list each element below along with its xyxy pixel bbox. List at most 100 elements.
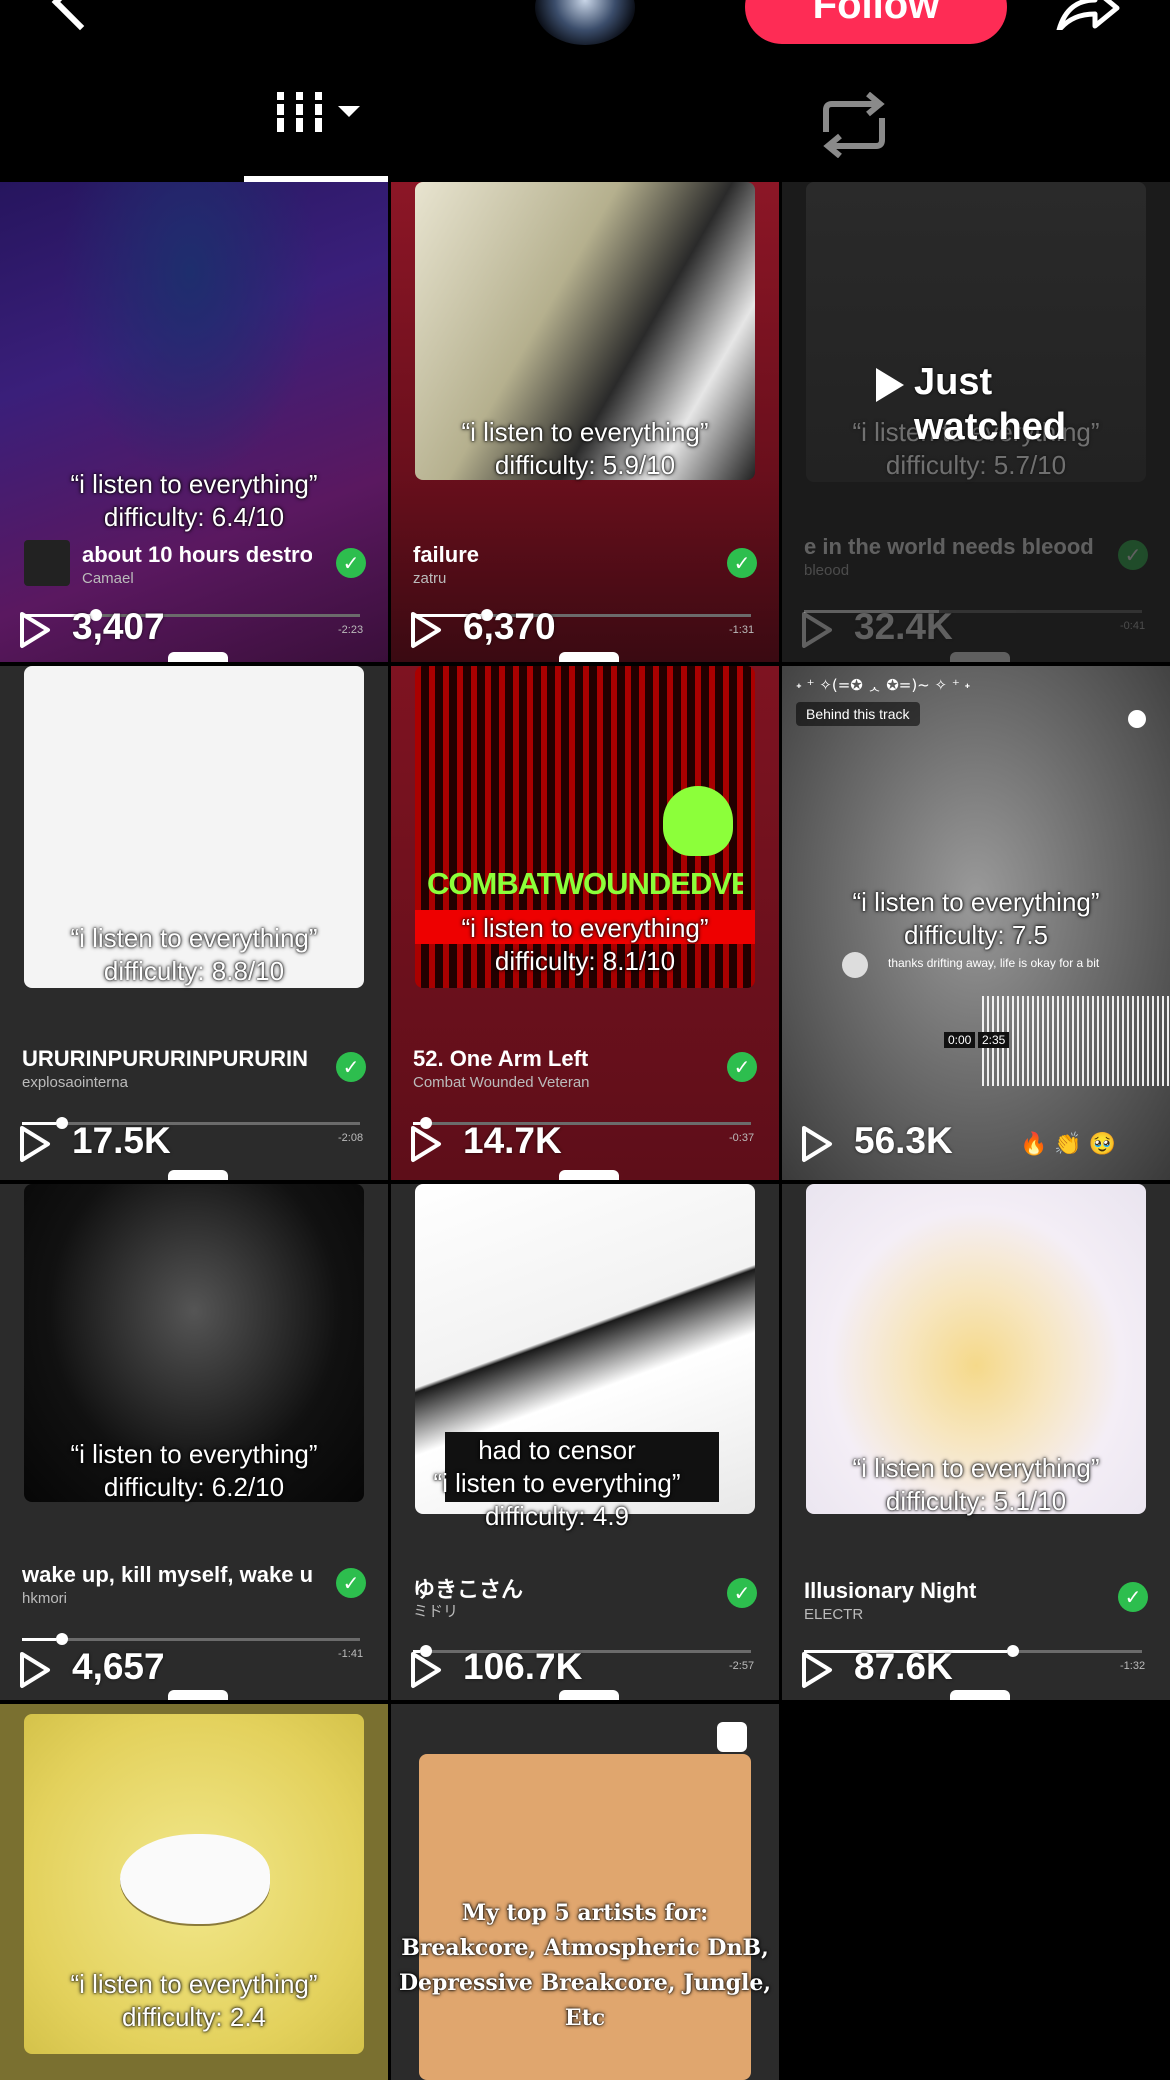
video-tile[interactable]: COMBATWOUNDEDVETERAN “i listen to everyt…: [391, 666, 779, 1180]
follow-button[interactable]: Follow: [745, 0, 1007, 44]
view-count: 6,370: [463, 606, 556, 647]
video-tile[interactable]: ˖ ⁺ ✧(=✪ ᆺ ✪=)~ ✧ ⁺ ˖ Behind this track …: [782, 666, 1170, 1180]
video-caption: “i listen to everything” difficulty: 6.4…: [70, 469, 318, 532]
handle-pill: [950, 1690, 1010, 1700]
repost-icon: [823, 91, 885, 159]
photo-carousel-icon: [717, 1722, 747, 1752]
view-count: 14.7K: [463, 1120, 562, 1161]
comment-text: thanks drifting away, life is okay for a…: [888, 956, 1100, 970]
view-count: 4,657: [72, 1646, 165, 1687]
video-tile[interactable]: “i listen to everything” difficulty: 5.1…: [782, 1184, 1170, 1700]
video-tile[interactable]: My top 5 artists for: Breakcore, Atmosph…: [391, 1704, 779, 2080]
handle-pill: [168, 1170, 228, 1180]
video-caption: “i listen to everything” difficulty: 5.9…: [461, 417, 709, 480]
time-remaining: -0:37: [729, 1132, 755, 1144]
waveform: [982, 996, 1170, 1086]
video-tile[interactable]: “i listen to everything” difficulty: 2.4: [0, 1704, 388, 2080]
play-icon: [20, 612, 50, 648]
play-icon: [802, 612, 832, 648]
behind-track-chip: Behind this track: [796, 702, 920, 726]
handle-pill: [559, 1170, 619, 1180]
tab-reposts[interactable]: [812, 91, 896, 159]
top-bar: Follow: [0, 0, 1170, 60]
video-caption: “i listen to everything” difficulty: 7.5: [852, 887, 1100, 950]
verified-check-icon: ✓: [727, 1052, 757, 1082]
video-tile[interactable]: had to censor “i listen to everything” d…: [391, 1184, 779, 1700]
video-tile[interactable]: “i listen to everything” difficulty: 8.8…: [0, 666, 388, 1180]
song-title: URURINPURURINPURURIN: [22, 1046, 308, 1071]
time-remaining: -2:23: [338, 624, 364, 636]
profile-tabs: [0, 60, 1170, 182]
song-title: 52. One Arm Left: [413, 1046, 589, 1071]
verified-check-icon: ✓: [727, 548, 757, 578]
time-remaining: -1:31: [729, 624, 755, 636]
behind-track-label: Behind this track: [806, 706, 910, 722]
video-tile[interactable]: “i listen to everything” difficulty: 5.7…: [782, 182, 1170, 662]
video-caption: My top 5 artists for: Breakcore, Atmosph…: [398, 1900, 772, 2031]
video-thumbnail: [60, 182, 320, 482]
reaction-emojis: 🔥 👏 🥹: [1020, 1132, 1117, 1157]
play-icon: [20, 1652, 50, 1688]
verified-check-icon: ✓: [727, 1578, 757, 1608]
share-icon[interactable]: [1055, 0, 1121, 30]
time-remaining: -2:57: [729, 1660, 755, 1672]
song-title: Illusionary Night: [804, 1578, 977, 1603]
song-title: e in the world needs bleood: [804, 534, 1094, 559]
play-icon: [802, 1126, 832, 1162]
song-title: failure: [413, 542, 480, 567]
profile-avatar[interactable]: [535, 0, 635, 45]
play-icon: [20, 1126, 50, 1162]
verified-check-icon: ✓: [1118, 540, 1148, 570]
rabbit-art: [120, 1834, 270, 1924]
play-icon: [802, 1652, 832, 1688]
video-caption: “i listen to everything” difficulty: 5.1…: [852, 1453, 1100, 1516]
video-caption: “i listen to everything” difficulty: 2.4: [70, 1969, 318, 2032]
profile-icon[interactable]: [1128, 710, 1146, 728]
view-count: 87.6K: [854, 1646, 953, 1687]
verified-check-icon: ✓: [1118, 1582, 1148, 1612]
handle-pill: [950, 652, 1010, 662]
video-caption: “i listen to everything” difficulty: 8.1…: [461, 913, 709, 976]
view-count: 56.3K: [854, 1120, 953, 1161]
grid-icon: [277, 92, 360, 132]
waveform-time-end: 2:35: [978, 1032, 1010, 1048]
artist-avatar: [24, 540, 70, 586]
progress-knob: [55, 1633, 68, 1645]
play-icon: [411, 612, 441, 648]
time-remaining: -2:08: [338, 1132, 364, 1144]
progress-knob: [1006, 1645, 1019, 1657]
song-artist: zatru: [413, 570, 447, 587]
verified-check-icon: ✓: [336, 548, 366, 578]
song-artist: bleood: [804, 562, 850, 579]
view-count: 32.4K: [854, 606, 953, 647]
waveform-time-start: 0:00: [944, 1032, 976, 1048]
verified-check-icon: ✓: [336, 1568, 366, 1598]
view-count: 17.5K: [72, 1120, 171, 1161]
video-tile[interactable]: “i listen to everything” difficulty: 5.9…: [391, 182, 779, 662]
song-artist: explosaointerna: [22, 1074, 128, 1091]
progress-fill: [22, 1638, 56, 1641]
video-caption: “i listen to everything” difficulty: 8.8…: [70, 923, 318, 986]
progress-knob: [55, 1117, 68, 1129]
video-tile[interactable]: “i listen to everything” difficulty: 6.2…: [0, 1184, 388, 1700]
play-icon: [411, 1126, 441, 1162]
video-tile[interactable]: “i listen to everything” difficulty: 6.4…: [0, 182, 388, 662]
time-remaining: -1:41: [338, 1648, 364, 1660]
handle-pill: [559, 1690, 619, 1700]
song-artist: Camael: [82, 570, 134, 587]
view-count: 3,407: [72, 606, 165, 647]
verified-check-icon: ✓: [336, 1052, 366, 1082]
commenter-avatar: [842, 952, 868, 978]
tab-videos[interactable]: [244, 60, 388, 182]
handle-pill: [168, 652, 228, 662]
song-artist: ミドリ: [413, 1602, 459, 1620]
song-artist: hkmori: [22, 1590, 68, 1607]
album-art-text: COMBATWOUNDEDVETERAN: [427, 866, 743, 901]
handle-pill: [168, 1690, 228, 1700]
top-emoticon: ˖ ⁺ ✧(=✪ ᆺ ✪=)~ ✧ ⁺ ˖: [796, 676, 971, 694]
skull-art: [663, 786, 733, 856]
song-artist: Combat Wounded Veteran: [413, 1074, 590, 1091]
back-arrow-icon[interactable]: [51, 0, 109, 31]
time-remaining: -1:32: [1120, 1660, 1146, 1672]
time-remaining: -0:41: [1120, 620, 1146, 632]
